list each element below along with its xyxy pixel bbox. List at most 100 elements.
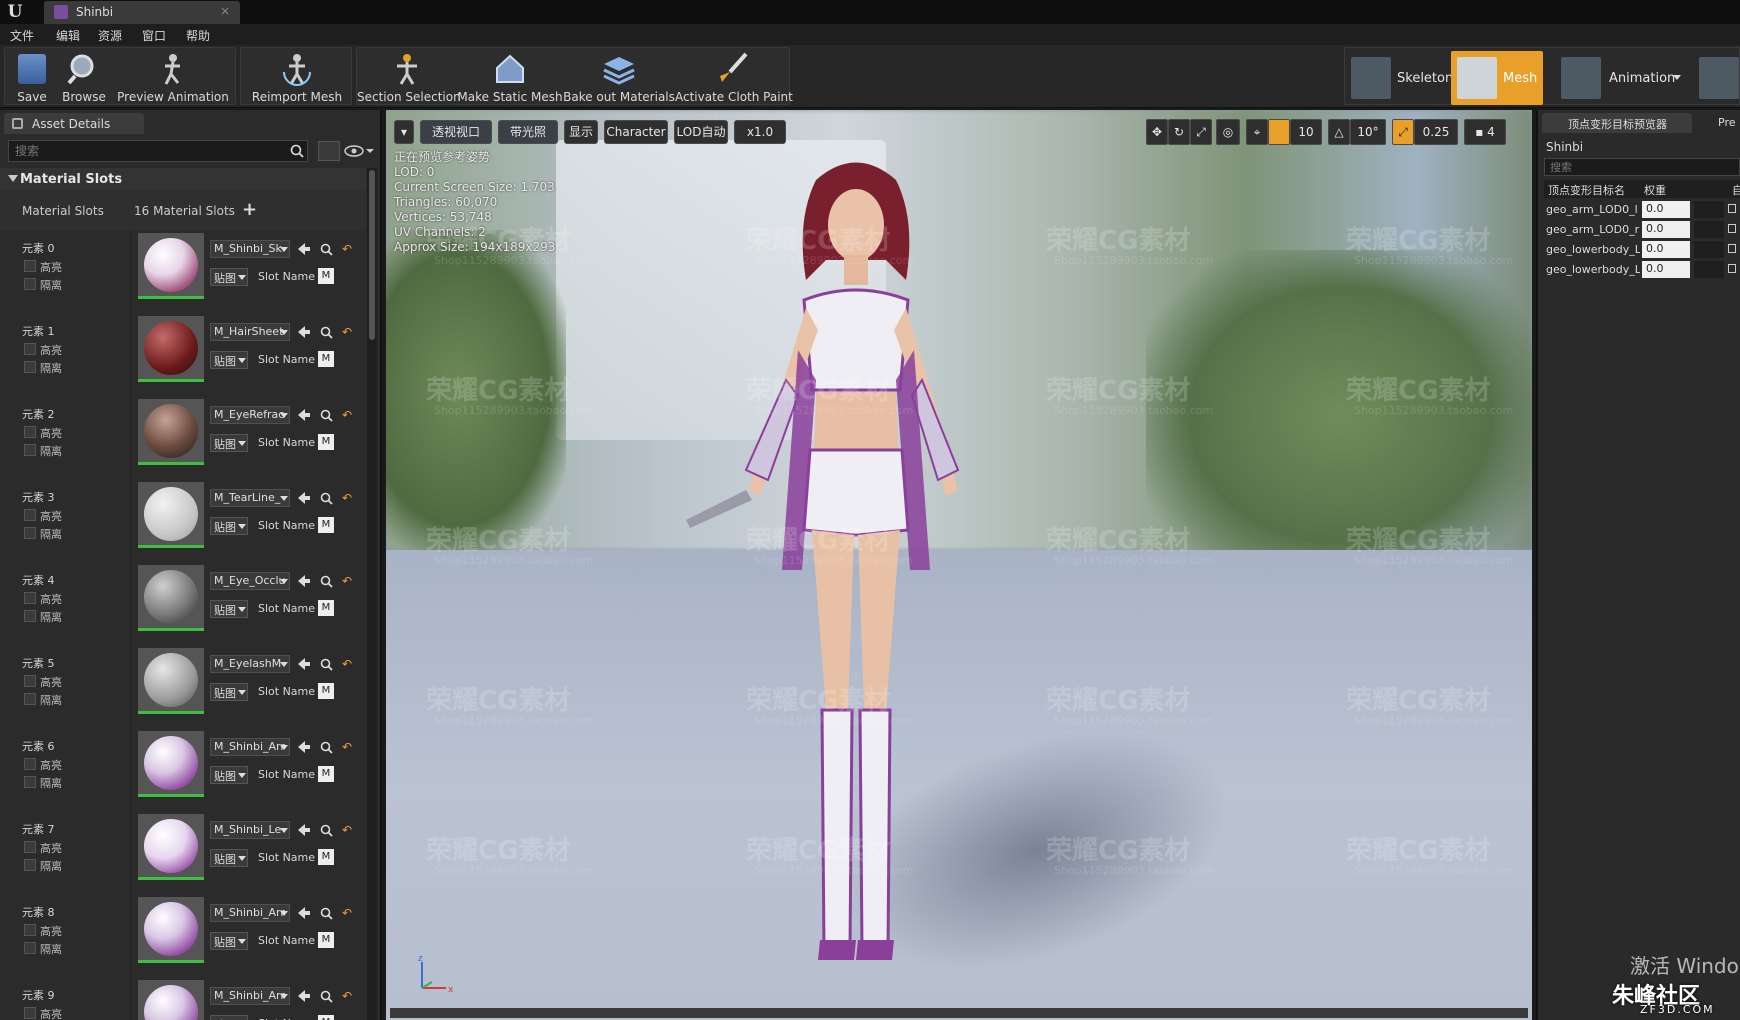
chevron-down-icon[interactable] [280, 496, 288, 501]
use-selected-arrow-icon[interactable] [298, 658, 310, 670]
perspective-view-button[interactable]: 透视视口 [420, 120, 492, 144]
browse-button[interactable]: Browse [59, 48, 109, 106]
use-selected-arrow-icon[interactable] [298, 824, 310, 836]
use-selected-arrow-icon[interactable] [298, 575, 310, 587]
bake-out-materials-button[interactable]: Bake out Materials [563, 48, 675, 106]
chevron-down-icon[interactable] [280, 330, 288, 335]
chevron-down-icon[interactable] [280, 994, 288, 999]
isolate-checkbox[interactable] [24, 859, 36, 871]
highlight-checkbox[interactable] [24, 758, 36, 770]
rotation-snap-icon[interactable]: △ [1328, 119, 1350, 145]
auto-fill-checkbox[interactable] [1728, 224, 1736, 233]
grid-snap-toggle[interactable] [1268, 119, 1290, 145]
auto-fill-checkbox[interactable] [1728, 264, 1736, 273]
texture-dropdown[interactable]: 贴图 [210, 1015, 248, 1020]
browse-search-icon[interactable] [320, 824, 333, 837]
material-picker[interactable]: M_TearLine_ [210, 489, 290, 507]
col-auto[interactable]: 自 [1732, 182, 1740, 198]
slot-name-field[interactable]: M [318, 517, 334, 533]
morph-target-row[interactable]: geo_arm_LOD0_l 0.0 [1544, 200, 1740, 220]
menu-file[interactable]: 文件 [10, 27, 34, 44]
section-selection-button[interactable]: Section Selection [357, 48, 461, 106]
rotate-icon[interactable]: ↻ [1168, 119, 1190, 145]
character-button[interactable]: Character [604, 120, 668, 144]
isolate-checkbox[interactable] [24, 278, 36, 290]
material-thumbnail[interactable] [138, 565, 204, 631]
browse-search-icon[interactable] [320, 409, 333, 422]
slot-name-field[interactable]: M [318, 1015, 334, 1020]
skeleton-mode-button[interactable]: Skeleton [1345, 51, 1453, 105]
browse-search-icon[interactable] [320, 492, 333, 505]
eye-icon[interactable] [344, 144, 374, 158]
slot-name-field[interactable]: M [318, 766, 334, 782]
reset-to-default-icon[interactable]: ↶ [342, 408, 352, 422]
property-matrix-icon[interactable] [318, 141, 340, 161]
slot-name-field[interactable]: M [318, 351, 334, 367]
browse-search-icon[interactable] [320, 658, 333, 671]
material-picker[interactable]: M_Shinbi_Le [210, 821, 290, 839]
morph-weight-slider[interactable] [1694, 201, 1724, 218]
menu-help[interactable]: 帮助 [186, 27, 210, 44]
browse-search-icon[interactable] [320, 326, 333, 339]
mesh-mode-button[interactable]: Mesh [1451, 51, 1543, 105]
material-thumbnail[interactable] [138, 648, 204, 714]
use-selected-arrow-icon[interactable] [298, 741, 310, 753]
isolate-checkbox[interactable] [24, 610, 36, 622]
chevron-down-icon[interactable] [280, 247, 288, 252]
morph-target-row[interactable]: geo_arm_LOD0_r 0.0 [1544, 220, 1740, 240]
material-thumbnail[interactable] [138, 731, 204, 797]
chevron-down-icon[interactable] [238, 856, 246, 861]
scale-snap-icon[interactable]: ⤢ [1392, 119, 1414, 145]
chevron-down-icon[interactable] [238, 524, 246, 529]
isolate-checkbox[interactable] [24, 527, 36, 539]
morph-weight-slider[interactable] [1694, 221, 1724, 238]
material-picker[interactable]: M_Shinbi_Sk [210, 240, 290, 258]
use-selected-arrow-icon[interactable] [298, 326, 310, 338]
morph-weight-input[interactable]: 0.0 [1642, 221, 1690, 238]
character-model[interactable] [686, 150, 1026, 1010]
reset-to-default-icon[interactable]: ↶ [342, 989, 352, 1003]
reset-to-default-icon[interactable]: ↶ [342, 906, 352, 920]
highlight-checkbox[interactable] [24, 841, 36, 853]
morph-target-row[interactable]: geo_lowerbody_L 0.0 [1544, 260, 1740, 280]
animation-mode-button[interactable]: Animation [1555, 51, 1685, 105]
reset-to-default-icon[interactable]: ↶ [342, 491, 352, 505]
chevron-down-icon[interactable] [238, 607, 246, 612]
isolate-checkbox[interactable] [24, 942, 36, 954]
lit-mode-button[interactable]: 带光照 [498, 120, 558, 144]
material-thumbnail[interactable] [138, 482, 204, 548]
highlight-checkbox[interactable] [24, 260, 36, 272]
browse-search-icon[interactable] [320, 907, 333, 920]
material-picker[interactable]: M_Shinbi_Arr [210, 738, 290, 756]
material-picker[interactable]: M_EyelashM [210, 655, 290, 673]
physics-mode-button[interactable] [1693, 51, 1739, 105]
slot-name-field[interactable]: M [318, 932, 334, 948]
material-thumbnail[interactable] [138, 233, 204, 299]
material-thumbnail[interactable] [138, 897, 204, 963]
document-tab[interactable]: Shinbi × [44, 1, 240, 24]
morph-weight-input[interactable]: 0.0 [1642, 201, 1690, 218]
animation-dropdown-icon[interactable] [1673, 75, 1681, 80]
highlight-checkbox[interactable] [24, 675, 36, 687]
menu-asset[interactable]: 资源 [98, 27, 122, 44]
reset-to-default-icon[interactable]: ↶ [342, 740, 352, 754]
slot-name-field[interactable]: M [318, 683, 334, 699]
chevron-down-icon[interactable] [238, 939, 246, 944]
make-static-mesh-button[interactable]: Make Static Mesh [457, 48, 563, 106]
preview-viewport[interactable]: 荣耀CG素材Shop115289903.taobao.com荣耀CG素材Shop… [386, 110, 1532, 1020]
chevron-down-icon[interactable] [280, 579, 288, 584]
material-slots-section-header[interactable]: Material Slots [0, 168, 366, 190]
material-picker[interactable]: M_HairSheet [210, 323, 290, 341]
details-scrollbar-thumb[interactable] [369, 170, 375, 340]
browse-search-icon[interactable] [320, 990, 333, 1003]
col-weight[interactable]: 权重 [1644, 182, 1666, 198]
chevron-down-icon[interactable] [238, 441, 246, 446]
chevron-down-icon[interactable] [280, 662, 288, 667]
chevron-down-icon[interactable] [280, 911, 288, 916]
playback-speed-button[interactable]: x1.0 [734, 120, 786, 144]
material-thumbnail[interactable] [138, 399, 204, 465]
morph-weight-input[interactable]: 0.0 [1642, 241, 1690, 258]
isolate-checkbox[interactable] [24, 444, 36, 456]
use-selected-arrow-icon[interactable] [298, 990, 310, 1002]
highlight-checkbox[interactable] [24, 924, 36, 936]
